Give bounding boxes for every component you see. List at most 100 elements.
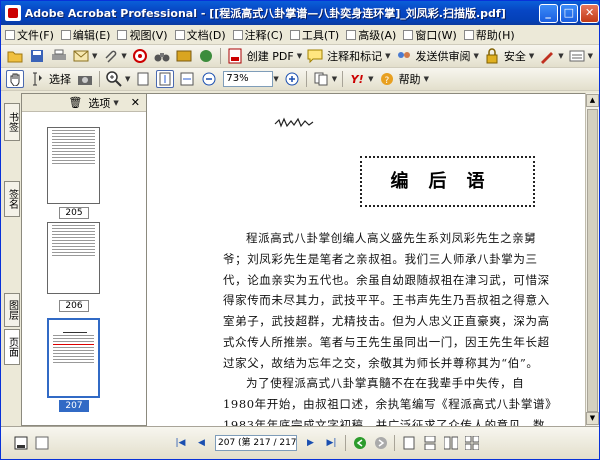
scroll-down-button[interactable]: ▼ bbox=[586, 412, 599, 425]
menu-advanced[interactable]: 高级(A) bbox=[346, 27, 396, 43]
page-label-206[interactable]: 206 bbox=[59, 300, 89, 312]
next-view-button[interactable] bbox=[373, 436, 388, 451]
attach-dropdown-arrow[interactable]: ▼ bbox=[121, 52, 126, 60]
create-pdf-button[interactable]: 创建 PDF bbox=[247, 48, 294, 64]
menu-label: 编辑(E) bbox=[72, 28, 111, 42]
close-panel-icon[interactable]: ✕ bbox=[131, 96, 140, 109]
select-tool-button[interactable]: 选择 bbox=[49, 71, 71, 87]
security-dropdown-arrow[interactable]: ▼ bbox=[529, 52, 534, 60]
actual-size-icon[interactable] bbox=[134, 70, 152, 88]
create-pdf-icon[interactable] bbox=[226, 47, 244, 65]
page-label-205[interactable]: 205 bbox=[59, 207, 89, 219]
facing-pages-icon[interactable] bbox=[443, 436, 458, 451]
email-icon[interactable] bbox=[72, 47, 90, 65]
page-layout-dropdown-arrow[interactable]: ▼ bbox=[332, 75, 337, 83]
select-tool-icon[interactable] bbox=[28, 70, 46, 88]
hand-tool-icon[interactable] bbox=[6, 70, 24, 88]
previous-page-button[interactable]: ◀ bbox=[194, 436, 209, 451]
create-pdf-dropdown-arrow[interactable]: ▼ bbox=[297, 52, 302, 60]
tools-menu-icon bbox=[289, 29, 300, 40]
zoom-in-button[interactable] bbox=[283, 70, 301, 88]
attach-icon[interactable] bbox=[101, 47, 119, 65]
zoom-level-input[interactable]: 73% bbox=[223, 71, 274, 87]
snapshot-camera-icon[interactable] bbox=[76, 70, 94, 88]
menu-window[interactable]: 窗口(W) bbox=[403, 27, 457, 43]
send-review-button[interactable]: 发送供审阅 bbox=[416, 48, 471, 64]
previous-view-button[interactable] bbox=[352, 436, 367, 451]
yahoo-search-icon[interactable]: Y! bbox=[348, 70, 366, 88]
fit-width-icon[interactable] bbox=[178, 70, 196, 88]
minimize-button[interactable]: _ bbox=[538, 3, 558, 23]
search-web-icon[interactable] bbox=[131, 47, 149, 65]
vertical-scrollbar[interactable]: ▲ ▼ bbox=[585, 93, 599, 426]
title-bar[interactable]: Adobe Acrobat Professional - [[程派高式八卦掌谱—… bbox=[1, 1, 599, 25]
handwritten-scribble bbox=[273, 116, 315, 130]
forms-icon[interactable] bbox=[568, 47, 586, 65]
forms-dropdown-arrow[interactable]: ▼ bbox=[588, 52, 593, 60]
menu-help[interactable]: 帮助(H) bbox=[463, 27, 515, 43]
menu-tools[interactable]: 工具(T) bbox=[289, 27, 340, 43]
zoom-level-dropdown-arrow[interactable]: ▼ bbox=[273, 75, 278, 83]
open-folder-icon[interactable] bbox=[6, 47, 24, 65]
layout-icon[interactable] bbox=[34, 436, 49, 451]
find-binoculars-icon[interactable] bbox=[153, 47, 171, 65]
zoom-in-tool-icon[interactable] bbox=[105, 70, 123, 88]
menu-edit[interactable]: 编辑(E) bbox=[60, 27, 111, 43]
document-view[interactable]: 编后语 程派高式八卦掌创编人高义盛先生系刘凤彩先生之亲舅爷；刘凤彩先生是笔者之亲… bbox=[147, 93, 585, 426]
print-icon[interactable] bbox=[50, 47, 68, 65]
next-page-button[interactable]: ▶ bbox=[303, 436, 318, 451]
maximize-button[interactable]: □ bbox=[559, 3, 579, 23]
menu-label: 工具(T) bbox=[301, 28, 340, 42]
save-icon[interactable] bbox=[28, 47, 46, 65]
yahoo-dropdown-arrow[interactable]: ▼ bbox=[368, 75, 373, 83]
zoom-tool-dropdown-arrow[interactable]: ▼ bbox=[125, 75, 130, 83]
options-dropdown-arrow[interactable]: ▼ bbox=[113, 99, 118, 107]
single-page-icon[interactable] bbox=[401, 436, 416, 451]
menu-comment[interactable]: 注释(C) bbox=[232, 27, 283, 43]
security-lock-icon[interactable] bbox=[483, 47, 501, 65]
page-number-field[interactable]: 207 (第 217 / 217 页) bbox=[215, 435, 297, 451]
send-review-dropdown-arrow[interactable]: ▼ bbox=[474, 52, 479, 60]
sign-pen-icon[interactable] bbox=[538, 47, 556, 65]
zoom-out-button[interactable] bbox=[200, 70, 218, 88]
comment-markup-icon[interactable] bbox=[306, 47, 324, 65]
comment-dropdown-arrow[interactable]: ▼ bbox=[385, 52, 390, 60]
continuous-page-icon[interactable] bbox=[422, 436, 437, 451]
continuous-facing-icon[interactable] bbox=[464, 436, 479, 451]
sign-dropdown-arrow[interactable]: ▼ bbox=[558, 52, 563, 60]
send-review-icon[interactable] bbox=[395, 47, 413, 65]
menu-file[interactable]: 文件(F) bbox=[5, 27, 54, 43]
tab-bookmarks[interactable]: 书签 bbox=[4, 103, 20, 141]
first-page-button[interactable]: |◀ bbox=[173, 436, 188, 451]
scrollbar-thumb[interactable] bbox=[587, 109, 598, 412]
page-layout-icon[interactable] bbox=[312, 70, 330, 88]
organizer-icon[interactable] bbox=[175, 47, 193, 65]
help-icon[interactable]: ? bbox=[378, 70, 396, 88]
fit-page-icon[interactable] bbox=[156, 70, 175, 88]
scroll-up-button[interactable]: ▲ bbox=[586, 94, 599, 107]
trash-icon[interactable]: 🗑 bbox=[68, 96, 82, 109]
page-thumbnail-206[interactable] bbox=[47, 222, 100, 294]
options-button[interactable]: 选项 bbox=[88, 95, 110, 111]
security-button[interactable]: 安全 bbox=[504, 48, 526, 64]
menu-document[interactable]: 文档(D) bbox=[174, 27, 226, 43]
menu-label: 文件(F) bbox=[17, 28, 54, 42]
tab-signatures[interactable]: 签名 bbox=[4, 181, 20, 217]
page-thumbnail-205[interactable] bbox=[47, 127, 100, 204]
menu-view[interactable]: 视图(V) bbox=[117, 27, 168, 43]
afterword-header-box: 编后语 bbox=[360, 156, 535, 207]
review-icon[interactable] bbox=[197, 47, 215, 65]
status-separator bbox=[394, 435, 395, 451]
help-dropdown-arrow[interactable]: ▼ bbox=[424, 75, 429, 83]
page-label-207[interactable]: 207 bbox=[59, 400, 89, 412]
last-page-button[interactable]: ▶| bbox=[324, 436, 339, 451]
email-dropdown-arrow[interactable]: ▼ bbox=[92, 52, 97, 60]
edit-menu-icon bbox=[60, 29, 71, 40]
tab-pages[interactable]: 页面 bbox=[4, 329, 20, 365]
comment-markup-button[interactable]: 注释和标记 bbox=[327, 48, 382, 64]
close-button[interactable]: ✕ bbox=[580, 3, 599, 23]
tab-layers[interactable]: 图层 bbox=[4, 293, 20, 327]
toolbar-separator bbox=[99, 71, 100, 87]
page-thumbnail-207[interactable] bbox=[47, 318, 100, 398]
help-button[interactable]: 帮助 bbox=[399, 71, 421, 87]
